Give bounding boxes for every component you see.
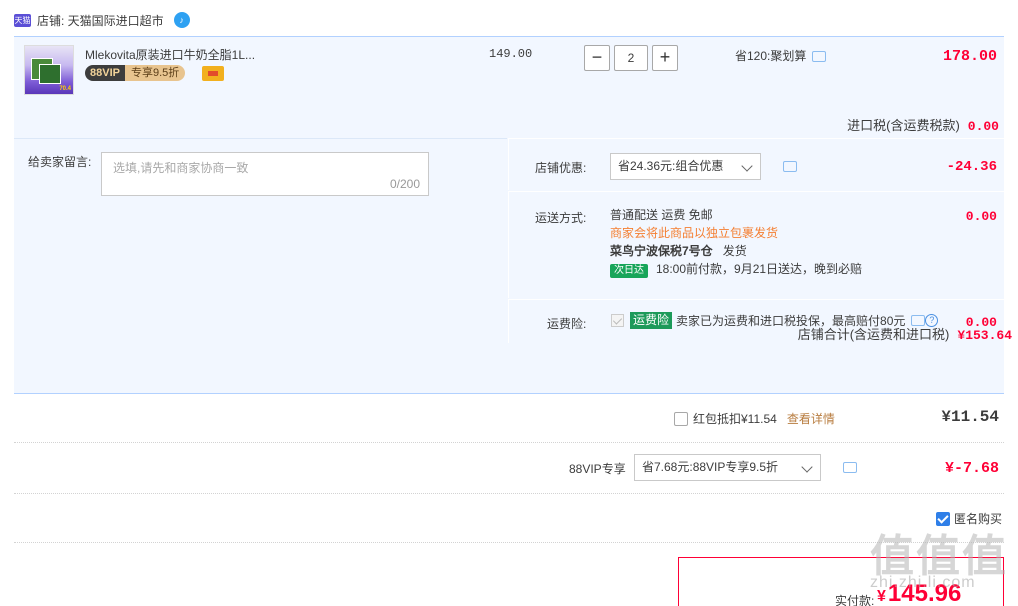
coupon-section: 店铺优惠: 省24.36元:组合优惠 -24.36 xyxy=(508,138,1004,190)
divider xyxy=(14,493,1004,494)
pay-label: 实付款: xyxy=(835,594,875,606)
insurance-checkbox xyxy=(611,314,624,327)
vip-discount-amount: ¥-7.68 xyxy=(944,460,999,477)
message-textarea[interactable]: 选填,请先和商家协商一致 0/200 xyxy=(101,152,429,196)
comment-bubble-icon[interactable] xyxy=(812,51,827,63)
vip-badge: 88VIP 专享9.5折 xyxy=(85,65,186,81)
product-title[interactable]: Mlekovita原装进口牛奶全脂1L... xyxy=(85,46,255,63)
product-thumbnail[interactable]: 70.4 xyxy=(24,45,74,95)
coupon-select[interactable]: 省24.36元:组合优惠 xyxy=(610,153,761,180)
item-row: 70.4 Mlekovita原装进口牛奶全脂1L... 88VIP 专享9.5折… xyxy=(14,37,1004,137)
chat-icon[interactable]: ♪ xyxy=(173,12,190,28)
order-options-panel: 店铺优惠: 省24.36元:组合优惠 -24.36 运送方式: 普通配送 运费 … xyxy=(508,138,1004,343)
vip-discount-select[interactable]: 省7.68元:88VIP专享9.5折 xyxy=(634,454,821,481)
quantity-input[interactable]: 2 xyxy=(614,45,648,71)
shipping-section: 运送方式: 普通配送 运费 免邮 商家会将此商品以独立包裹发货 菜鸟宁波保税7号… xyxy=(508,191,1004,298)
item-total: 178.00 xyxy=(942,48,997,65)
coupon-amount: -24.36 xyxy=(946,159,997,175)
shipping-amount: 0.00 xyxy=(965,209,997,224)
unit-price: 149.00 xyxy=(489,47,533,61)
chevron-down-icon xyxy=(741,160,753,172)
shop-name[interactable]: 店铺: 天猫国际进口超市 xyxy=(37,12,164,29)
vip-discount-label: 88VIP专享 xyxy=(569,462,626,476)
divider xyxy=(14,542,1004,543)
comment-bubble-icon[interactable] xyxy=(783,161,797,172)
message-label: 给卖家留言: xyxy=(28,155,92,169)
tmall-badge-icon: 天猫 xyxy=(14,13,31,27)
quantity-stepper: − 2 + xyxy=(584,45,678,71)
shop-header: 天猫 店铺: 天猫国际进口超市 ♪ xyxy=(14,10,190,30)
saving-text: 省120:聚划算 xyxy=(735,47,827,64)
increase-qty-button[interactable]: + xyxy=(652,45,678,71)
shop-total: 店铺合计(含运费和进口税) ¥153.64 xyxy=(797,327,1012,343)
view-details-link[interactable]: 查看详情 xyxy=(787,410,835,427)
decrease-qty-button[interactable]: − xyxy=(584,45,610,71)
chevron-down-icon xyxy=(801,461,813,473)
insurance-tag: 运费险 xyxy=(630,312,673,329)
import-tax: 进口税(含运费税款) 0.00 xyxy=(847,118,999,134)
watermark-url: zhi.zhi.li.com xyxy=(870,574,976,591)
card-payment-icon xyxy=(202,66,224,81)
redpack-amount: ¥11.54 xyxy=(941,408,999,426)
char-count: 0/200 xyxy=(389,177,420,191)
divider xyxy=(14,442,1004,443)
nextday-badge: 次日达 xyxy=(610,264,648,278)
comment-bubble-icon[interactable] xyxy=(843,462,857,473)
redpack-checkbox[interactable] xyxy=(674,411,688,426)
message-panel: 给卖家留言: 选填,请先和商家协商一致 0/200 xyxy=(14,138,507,343)
redpack-row: 红包抵扣¥11.54 查看详情 xyxy=(674,410,835,427)
